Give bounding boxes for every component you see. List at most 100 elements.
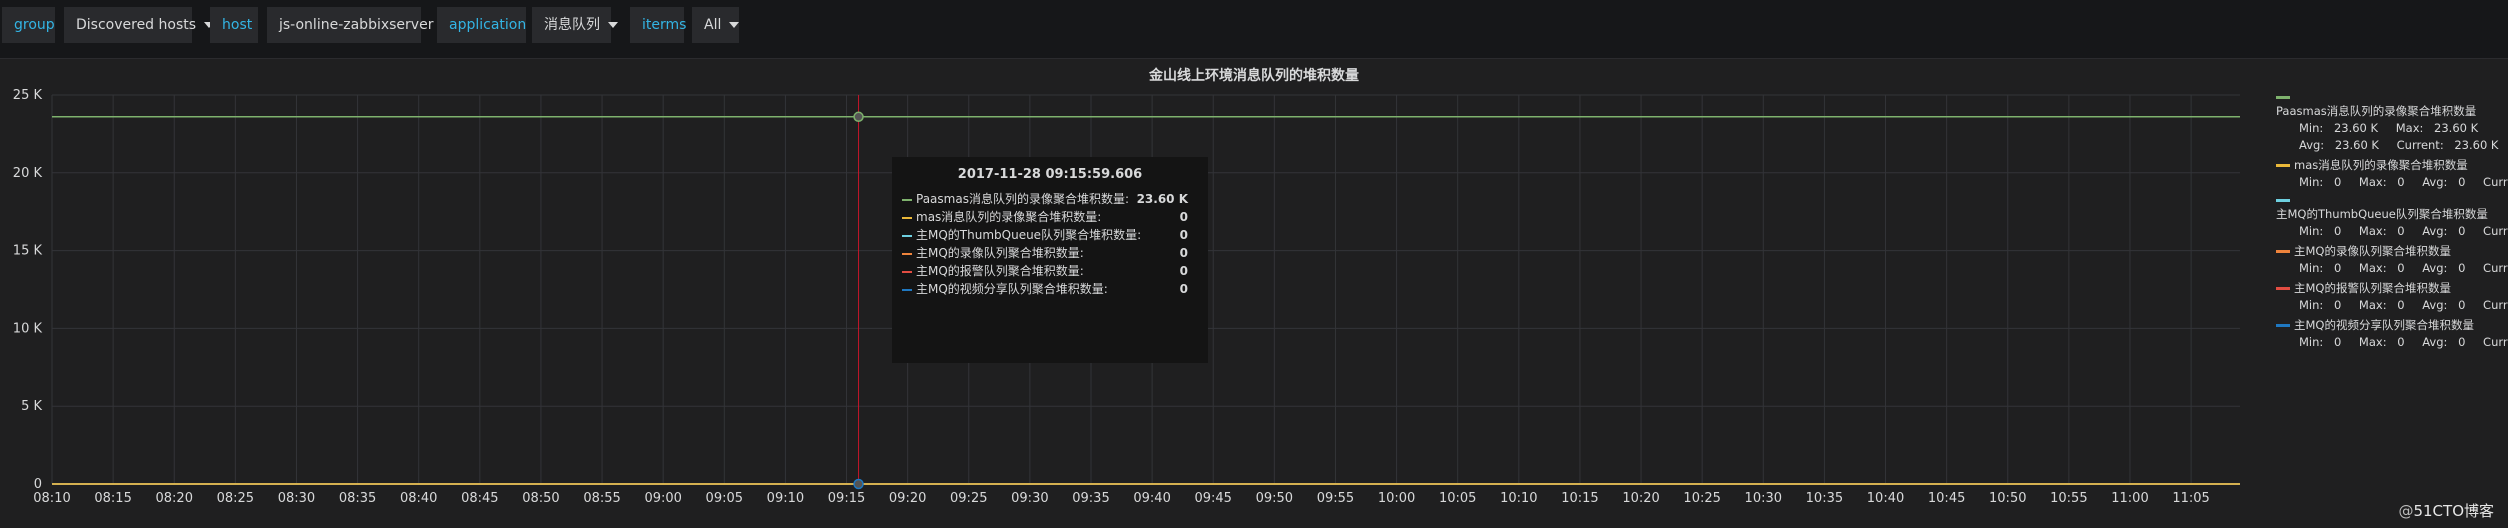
x-tick-label: 09:35 — [1072, 491, 1109, 506]
legend-series-name: 主MQ的报警队列聚合堆积数量 — [2294, 281, 2451, 295]
y-tick-label: 0 — [34, 477, 42, 492]
x-tick-label: 09:40 — [1133, 491, 1170, 506]
x-tick-label: 08:30 — [278, 491, 315, 506]
legend-item[interactable]: 主MQ的报警队列聚合堆积数量 Min: 0 Max: 0 Avg: 0 Curr… — [2276, 280, 2508, 314]
x-tick-label: 08:50 — [522, 491, 559, 506]
x-tick-label: 09:10 — [767, 491, 804, 506]
x-tick-label: 10:45 — [1928, 491, 1965, 506]
template-variable-bar: group Discovered hosts host js-online-za… — [0, 0, 2508, 54]
legend-series-stats: Min: 0 Max: 0 Avg: 0 Current: 0 — [2299, 175, 2508, 189]
tooltip-value: 23.60 K — [1136, 192, 1188, 206]
y-tick-label: 15 K — [13, 244, 43, 259]
host-select[interactable]: js-online-zabbixserver — [265, 7, 452, 43]
x-tick-label: 10:55 — [2050, 491, 2087, 506]
legend-series-stats: Min: 23.60 K Max: 23.60 K — [2299, 121, 2479, 135]
x-tick-label: 10:05 — [1439, 491, 1476, 506]
x-tick-label: 10:00 — [1378, 491, 1415, 506]
x-tick-label: 08:40 — [400, 491, 437, 506]
watermark: @51CTO博客 — [2398, 502, 2494, 520]
tooltip-value: 0 — [1179, 210, 1188, 224]
x-tick-label: 08:20 — [156, 491, 193, 506]
x-tick-label: 08:55 — [583, 491, 620, 506]
x-tick-label: 10:15 — [1561, 491, 1598, 506]
group-select-value: Discovered hosts — [76, 17, 197, 33]
host-select-value: js-online-zabbixserver — [279, 17, 434, 33]
graph-panel: 金山线上环境消息队列的堆积数量 05 K 10 K 15 K 20 K 25 K 08:… — [0, 58, 2508, 528]
series-color-swatch — [2276, 287, 2290, 290]
legend-series-stats: Min: 0 Max: 0 Avg: 0 Current: 0 — [2299, 261, 2508, 275]
x-tick-label: 09:00 — [644, 491, 681, 506]
variable-label-group: group — [2, 7, 55, 43]
variable-label-iterms: iterms — [630, 7, 686, 43]
x-tick-label: 09:05 — [706, 491, 743, 506]
x-tick-label: 09:25 — [950, 491, 987, 506]
hover-crosshair — [853, 95, 864, 490]
y-tick-label: 5 K — [21, 399, 42, 414]
hover-tooltip: 2017-11-28 09:15:59.606 Paasmas消息队列的录像聚合… — [892, 157, 1208, 363]
iterms-select[interactable]: All — [690, 7, 740, 43]
x-tick-label: 10:35 — [1806, 491, 1843, 506]
tooltip-value: 0 — [1179, 246, 1188, 260]
x-tick-label: 09:50 — [1256, 491, 1293, 506]
series-color-swatch — [2276, 96, 2290, 99]
group-select[interactable]: Discovered hosts — [62, 7, 215, 43]
x-tick-label: 09:20 — [889, 491, 926, 506]
caret-down-icon — [608, 22, 618, 28]
series-color-swatch — [902, 198, 912, 201]
x-axis-ticks: 08:10 08:15 08:20 08:25 08:30 08:35 08:40 08:45… — [33, 491, 2210, 506]
tooltip-row: 主MQ的ThumbQueue队列聚合堆积数量: 0 — [902, 226, 1198, 244]
legend-item[interactable]: 主MQ的ThumbQueue队列聚合堆积数量 Min: 0 Max: 0 Avg… — [2276, 194, 2508, 240]
series-color-swatch — [2276, 199, 2290, 202]
x-tick-label: 08:35 — [339, 491, 376, 506]
caret-down-icon — [729, 22, 740, 28]
application-select[interactable]: 消息队列 — [530, 7, 618, 43]
series-color-swatch — [902, 252, 912, 255]
legend-series-name: Paasmas消息队列的录像聚合堆积数量 — [2276, 104, 2477, 118]
x-tick-label: 11:00 — [2111, 491, 2148, 506]
legend-item[interactable]: 主MQ的录像队列聚合堆积数量 Min: 0 Max: 0 Avg: 0 Curr… — [2276, 243, 2508, 277]
legend-series-stats: Min: 0 Max: 0 Avg: 0 Current: 0 — [2299, 335, 2508, 349]
x-tick-label: 09:55 — [1317, 491, 1354, 506]
tooltip-row: Paasmas消息队列的录像聚合堆积数量: 23.60 K — [902, 190, 1198, 208]
iterms-select-value: All — [704, 17, 722, 33]
hover-point-marker — [853, 111, 864, 123]
series-color-swatch — [2276, 324, 2290, 327]
series-color-swatch — [2276, 250, 2290, 253]
variable-label-host: host — [210, 7, 258, 43]
line-chart[interactable]: 0 5 K 10 K 15 K 20 K 25 K 08:10 08:15 08:20 08:2… — [0, 59, 2508, 528]
tooltip-value: 0 — [1179, 282, 1188, 296]
tooltip-row: mas消息队列的录像聚合堆积数量: 0 — [902, 208, 1198, 226]
legend-series-name: 主MQ的录像队列聚合堆积数量 — [2294, 244, 2451, 258]
tooltip-timestamp: 2017-11-28 09:15:59.606 — [957, 167, 1143, 182]
x-tick-label: 10:50 — [1989, 491, 2026, 506]
tooltip-row: 主MQ的录像队列聚合堆积数量: 0 — [902, 244, 1198, 262]
x-tick-label: 08:45 — [461, 491, 498, 506]
x-tick-label: 08:25 — [217, 491, 254, 506]
legend-series-name: 主MQ的视频分享队列聚合堆积数量 — [2294, 318, 2474, 332]
legend-series-name: 主MQ的ThumbQueue队列聚合堆积数量 — [2276, 207, 2488, 221]
legend-series-stats: Min: 0 Max: 0 Avg: 0 Current: 0 — [2299, 298, 2508, 312]
tooltip-value: 0 — [1179, 228, 1188, 242]
legend-item[interactable]: 主MQ的视频分享队列聚合堆积数量 Min: 0 Max: 0 Avg: 0 Cu… — [2276, 317, 2508, 351]
legend-series-stats: Avg: 23.60 K Current: 23.60 K — [2299, 138, 2499, 152]
y-tick-label: 20 K — [13, 166, 43, 181]
series-color-swatch — [902, 234, 912, 237]
tooltip-row: 主MQ的视频分享队列聚合堆积数量: 0 — [902, 280, 1198, 298]
x-tick-label: 10:10 — [1500, 491, 1537, 506]
x-tick-label: 09:15 — [828, 491, 865, 506]
series-color-swatch — [902, 216, 912, 219]
tooltip-row: 主MQ的报警队列聚合堆积数量: 0 — [902, 262, 1198, 280]
y-tick-label: 10 K — [13, 321, 43, 336]
legend-item[interactable]: mas消息队列的录像聚合堆积数量 Min: 0 Max: 0 Avg: 0 Cu… — [2276, 157, 2508, 191]
legend-series-name: mas消息队列的录像聚合堆积数量 — [2294, 158, 2468, 172]
x-tick-label: 10:25 — [1683, 491, 1720, 506]
legend-item[interactable]: Paasmas消息队列的录像聚合堆积数量 Min: 23.60 K Max: 2… — [2276, 91, 2506, 154]
chart-legend: Paasmas消息队列的录像聚合堆积数量 Min: 23.60 K Max: 2… — [2276, 91, 2508, 354]
x-tick-label: 10:40 — [1867, 491, 1904, 506]
hover-point-marker — [853, 478, 864, 490]
x-tick-label: 10:20 — [1622, 491, 1659, 506]
application-select-value: 消息队列 — [544, 17, 600, 33]
series-color-swatch — [902, 288, 912, 291]
x-tick-label: 11:05 — [2172, 491, 2209, 506]
tooltip-value: 0 — [1179, 264, 1188, 278]
